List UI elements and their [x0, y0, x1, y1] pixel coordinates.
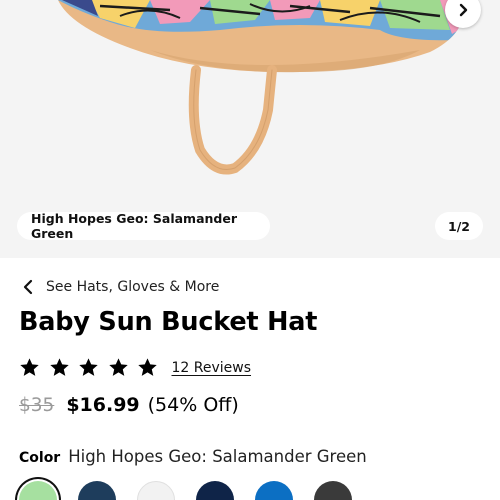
selected-color-name: High Hopes Geo: Salamander Green: [68, 447, 367, 466]
star-icon: [138, 358, 157, 376]
product-rating: 12 Reviews: [19, 357, 251, 378]
color-swatch[interactable]: [314, 481, 352, 500]
price-block: $35 $16.99 (54% Off): [19, 394, 239, 416]
color-selection-label: Color High Hopes Geo: Salamander Green: [19, 447, 367, 466]
color-swatch[interactable]: [255, 481, 293, 500]
breadcrumb-label: See Hats, Gloves & More: [46, 279, 220, 295]
color-swatch[interactable]: [196, 481, 234, 500]
discount-percent: (54% Off): [147, 394, 239, 416]
original-price: $35: [19, 395, 55, 416]
chevron-left-icon: [23, 279, 33, 295]
color-label: Color: [19, 450, 61, 466]
star-icon: [108, 358, 128, 376]
star-icon: [20, 358, 39, 376]
breadcrumb-back-link[interactable]: See Hats, Gloves & More: [20, 276, 219, 298]
variant-label: High Hopes Geo: Salamander Green: [17, 211, 270, 241]
image-counter: 1/2: [435, 212, 483, 240]
color-swatch[interactable]: [137, 481, 175, 500]
color-swatch[interactable]: [19, 481, 57, 500]
chevron-right-icon: [459, 3, 468, 17]
sale-price: $16.99: [66, 394, 140, 416]
star-icon: [79, 358, 98, 376]
product-image-gallery[interactable]: High Hopes Geo: Salamander Green 1/2: [0, 0, 500, 258]
star-icon: [49, 358, 69, 376]
color-swatch[interactable]: [78, 481, 116, 500]
reviews-link[interactable]: 12 Reviews: [172, 360, 252, 376]
product-title: Baby Sun Bucket Hat: [19, 307, 318, 337]
